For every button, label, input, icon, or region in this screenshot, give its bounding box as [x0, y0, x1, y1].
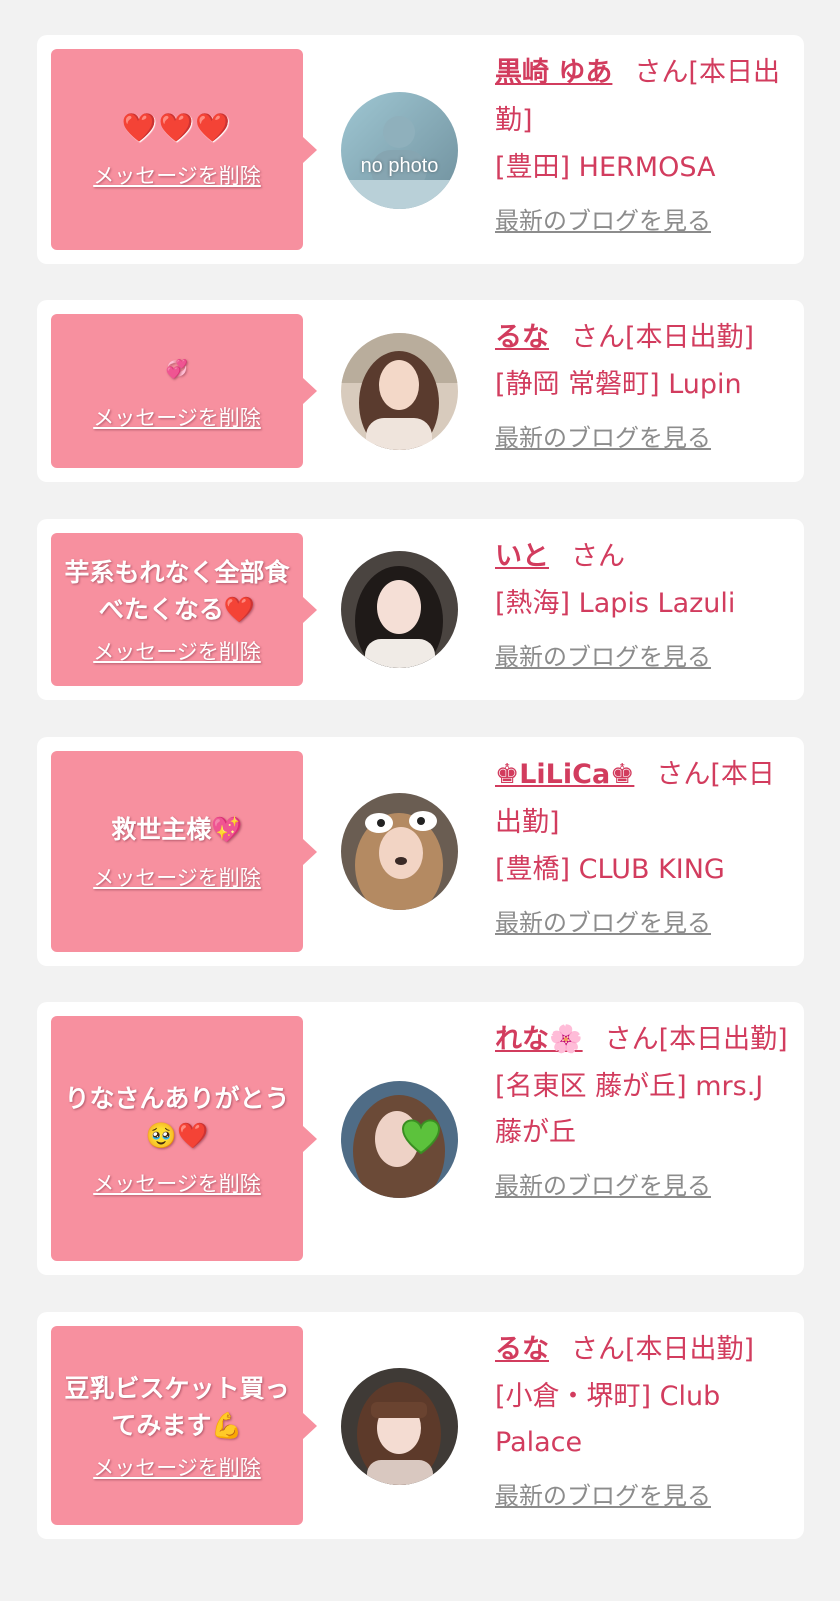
avatar[interactable]: no photo [341, 92, 458, 209]
latest-blog-link[interactable]: 最新のブログを見る [495, 1166, 711, 1206]
cast-status: さん [571, 541, 625, 572]
cast-info: いと さん [熱海] Lapis Lazuli 最新のブログを見る [495, 533, 795, 677]
delete-message-link[interactable]: メッセージを削除 [93, 402, 261, 432]
message-text: りなさんありがとう🥹❤️ [64, 1083, 290, 1150]
cast-name-link[interactable]: るな [495, 322, 549, 353]
shop-name: [豊田] HERMOSA [495, 152, 716, 183]
cast-name-link[interactable]: れな🌸 [495, 1024, 583, 1055]
delete-message-link[interactable]: メッセージを削除 [93, 636, 261, 666]
cast-name-link[interactable]: いと [495, 541, 549, 572]
message-card: 芋系もれなく全部食べたくなる❤️ メッセージを削除 いと さん [熱海] Lapi… [37, 519, 804, 700]
profile-photo-icon [341, 1368, 458, 1485]
cast-info: 黒崎 ゆあ さん[本日出勤] [豊田] HERMOSA 最新のブログを見る [495, 49, 795, 241]
cast-status: さん[本日出勤] [571, 1334, 755, 1365]
message-card: 救世主様💖 メッセージを削除 ♚LiLiCa♚ さん[本日出勤] [豊橋] CLU… [37, 737, 804, 966]
cast-name-link[interactable]: 黒崎 ゆあ [495, 57, 612, 88]
shop-name: [静岡 常磐町] Lupin [495, 369, 742, 400]
message-card: ❤️❤️❤️ メッセージを削除 no photo 黒崎 ゆあ さん[本日出勤] [… [37, 35, 804, 264]
profile-photo-icon [341, 793, 458, 910]
message-text: 芋系もれなく全部食べたくなる❤️ [64, 557, 290, 624]
latest-blog-link[interactable]: 最新のブログを見る [495, 637, 711, 677]
cast-info: れな🌸 さん[本日出勤] [名東区 藤が丘] mrs.J 藤が丘 最新のブログを見… [495, 1016, 795, 1206]
message-card: 💞 メッセージを削除 るな さん[本日出勤] [静岡 常磐町] Lupin 最新の… [37, 300, 804, 482]
message-text: 救世主様💖 [111, 815, 243, 844]
message-text: ❤️❤️❤️ [121, 111, 233, 144]
message-text: 💞 [165, 358, 189, 380]
profile-photo-icon [341, 333, 458, 450]
avatar-caption: no photo [360, 155, 439, 177]
message-bubble: 💞 メッセージを削除 [51, 314, 317, 468]
cast-status: さん[本日出勤] [604, 1024, 788, 1055]
delete-message-link[interactable]: メッセージを削除 [93, 862, 261, 892]
delete-message-link[interactable]: メッセージを削除 [93, 1168, 261, 1198]
latest-blog-link[interactable]: 最新のブログを見る [495, 903, 711, 943]
message-bubble: 芋系もれなく全部食べたくなる❤️ メッセージを削除 [51, 533, 317, 686]
message-card: りなさんありがとう🥹❤️ メッセージを削除 れな🌸 さん[本日出勤] [名東区 藤… [37, 1002, 804, 1275]
message-bubble: りなさんありがとう🥹❤️ メッセージを削除 [51, 1016, 317, 1261]
no-photo-placeholder-icon [341, 92, 458, 209]
latest-blog-link[interactable]: 最新のブログを見る [495, 1476, 711, 1516]
profile-photo-icon [341, 551, 458, 668]
cast-name-link[interactable]: ♚LiLiCa♚ [495, 759, 634, 790]
message-card: 豆乳ビスケット買ってみます💪 メッセージを削除 るな さん[本日出勤] [小倉・堺… [37, 1312, 804, 1539]
message-bubble: 救世主様💖 メッセージを削除 [51, 751, 317, 952]
cast-info: ♚LiLiCa♚ さん[本日出勤] [豊橋] CLUB KING 最新のブログを見… [495, 751, 795, 943]
cast-status: さん[本日出勤] [571, 322, 755, 353]
shop-name: [小倉・堺町] Club Palace [495, 1381, 721, 1458]
avatar[interactable] [341, 793, 458, 910]
delete-message-link[interactable]: メッセージを削除 [93, 1452, 261, 1482]
message-bubble: 豆乳ビスケット買ってみます💪 メッセージを削除 [51, 1326, 317, 1525]
profile-photo-green-heart-icon [341, 1081, 458, 1198]
message-text: 豆乳ビスケット買ってみます💪 [64, 1373, 290, 1440]
shop-name: [名東区 藤が丘] mrs.J 藤が丘 [495, 1071, 764, 1148]
shop-name: [熱海] Lapis Lazuli [495, 588, 736, 619]
avatar[interactable] [341, 1081, 458, 1198]
cast-info: るな さん[本日出勤] [静岡 常磐町] Lupin 最新のブログを見る [495, 314, 795, 458]
delete-message-link[interactable]: メッセージを削除 [93, 160, 261, 190]
avatar[interactable] [341, 551, 458, 668]
avatar[interactable] [341, 1368, 458, 1485]
cast-info: るな さん[本日出勤] [小倉・堺町] Club Palace 最新のブログを見る [495, 1326, 795, 1516]
message-bubble: ❤️❤️❤️ メッセージを削除 [51, 49, 317, 250]
latest-blog-link[interactable]: 最新のブログを見る [495, 201, 711, 241]
cast-name-link[interactable]: るな [495, 1334, 549, 1365]
latest-blog-link[interactable]: 最新のブログを見る [495, 418, 711, 458]
shop-name: [豊橋] CLUB KING [495, 854, 725, 885]
avatar[interactable] [341, 333, 458, 450]
